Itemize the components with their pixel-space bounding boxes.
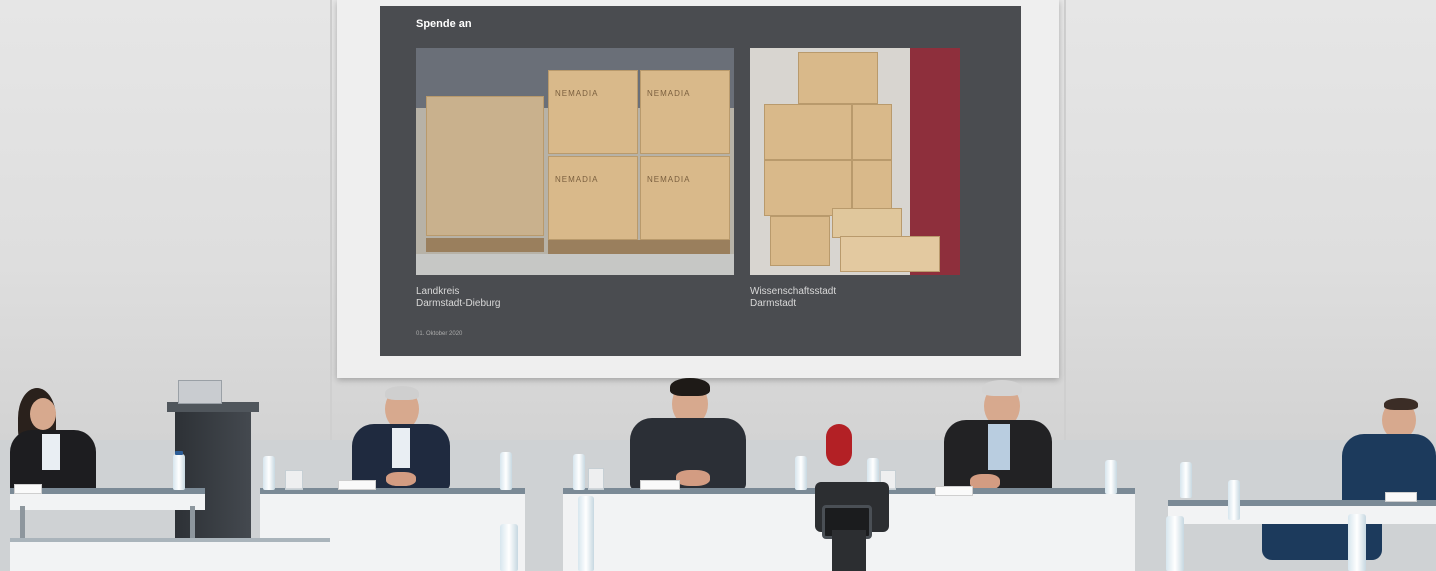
name-plate	[14, 484, 42, 494]
water-bottle	[795, 456, 807, 490]
camera-microphone	[826, 424, 852, 466]
presentation-slide: Spende an NEMADIA NEMADIA NEMADIA NEMADI…	[380, 6, 1021, 356]
water-bottle	[1105, 460, 1117, 494]
panel-table	[10, 538, 330, 571]
slide-date: 01. Oktober 2020	[416, 331, 463, 337]
warehouse-photo: NEMADIA NEMADIA NEMADIA NEMADIA	[416, 48, 734, 275]
panel-table	[1168, 500, 1436, 524]
name-plate	[338, 480, 376, 490]
water-bottle	[263, 456, 275, 490]
laptop	[178, 380, 222, 404]
water-bottle	[500, 524, 518, 571]
slide-title: Spende an	[416, 18, 472, 30]
water-bottle	[1348, 514, 1366, 571]
name-plate	[640, 480, 680, 490]
press-conference-photo: Spende an NEMADIA NEMADIA NEMADIA NEMADI…	[0, 0, 1436, 571]
water-bottle	[1228, 480, 1240, 520]
drinking-glass	[285, 470, 303, 490]
lectern	[175, 405, 251, 550]
water-bottle	[1166, 516, 1184, 571]
wall-seam	[1064, 0, 1066, 440]
name-plate	[1385, 492, 1417, 502]
right-caption: Wissenschaftsstadt Darmstadt	[750, 286, 837, 309]
left-caption: Landkreis Darmstadt-Dieburg	[416, 286, 501, 309]
water-bottle	[500, 452, 512, 490]
wall-seam	[330, 0, 332, 440]
name-plate	[935, 486, 973, 496]
water-bottle	[1180, 462, 1192, 498]
water-bottle	[173, 454, 185, 490]
drinking-glass	[588, 468, 604, 490]
water-bottle	[573, 454, 585, 490]
boxes-photo	[750, 48, 960, 275]
water-bottle	[578, 496, 594, 571]
camera-tripod	[832, 530, 866, 571]
